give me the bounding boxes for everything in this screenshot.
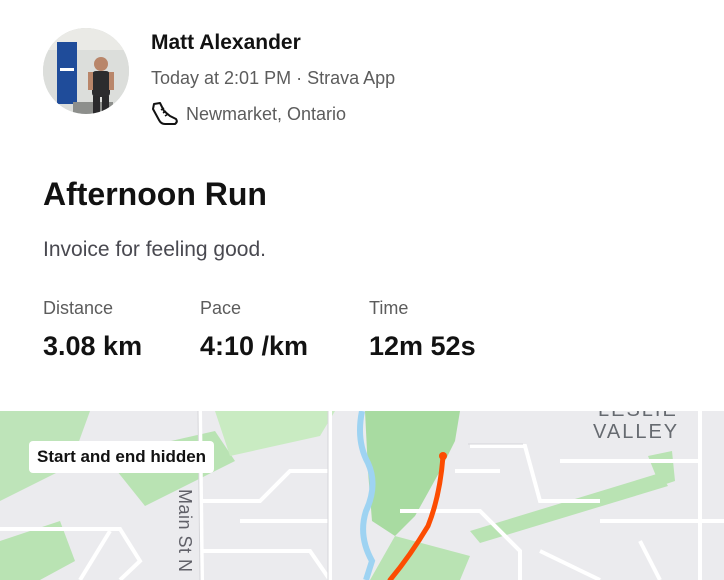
stat-label: Distance: [43, 298, 114, 318]
stats-row: Distance 3.08 km Pace 4:10 /km Time 12m …: [0, 298, 724, 378]
athlete-name[interactable]: Matt Alexander: [151, 31, 301, 55]
stat-value: 12m 52s: [369, 331, 476, 361]
route-map[interactable]: LESLIE VALLEY Main St N Start and end hi…: [0, 411, 724, 580]
privacy-badge: Start and end hidden: [29, 441, 215, 473]
activity-description: Invoice for feeling good.: [43, 238, 266, 261]
street-label: Main St N: [175, 489, 195, 573]
stat-label: Time: [369, 298, 409, 318]
location-text: Newmarket, Ontario: [186, 103, 347, 124]
stat-value: 4:10 /km: [200, 331, 309, 361]
stat-time: Time 12m 52s: [369, 298, 476, 362]
stat-pace: Pace 4:10 /km: [200, 298, 308, 362]
location-row: Newmarket, Ontario: [151, 100, 346, 128]
park-area: [215, 411, 335, 456]
route-endpoint: [439, 452, 447, 460]
park-area: [365, 411, 460, 536]
stat-label: Pace: [200, 298, 242, 318]
activity-meta: Today at 2:01 PM · Strava App: [151, 68, 396, 88]
athlete-avatar[interactable]: [43, 28, 129, 114]
shoe-icon: [152, 102, 178, 125]
stat-value: 3.08 km: [43, 331, 143, 361]
area-label: VALLEY: [593, 421, 680, 443]
stat-distance: Distance 3.08 km: [43, 298, 142, 362]
activity-title[interactable]: Afternoon Run: [43, 176, 267, 213]
avatar-photo: [43, 28, 129, 114]
